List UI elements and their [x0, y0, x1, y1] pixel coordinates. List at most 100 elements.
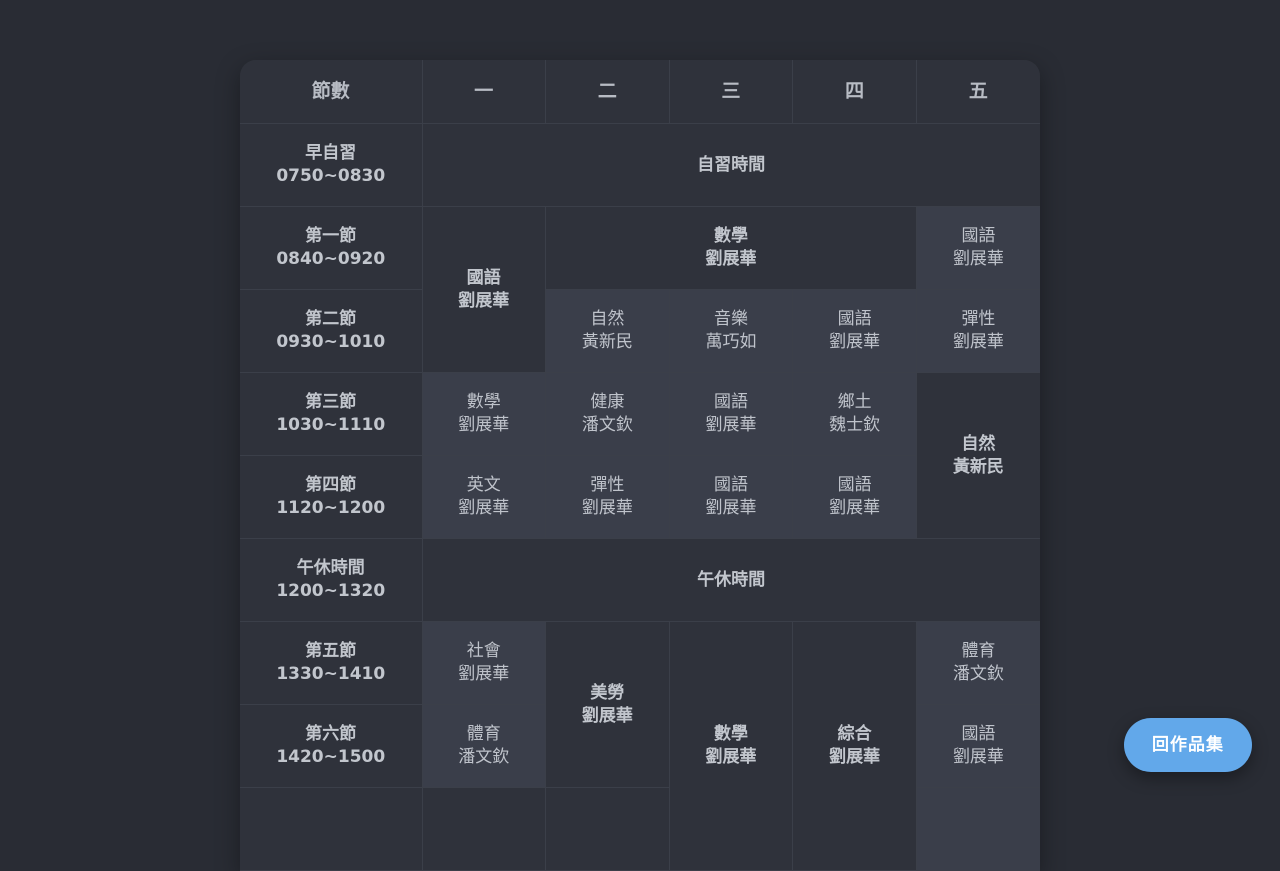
teacher: 劉展華	[705, 498, 757, 518]
period-1: 第一節 0840~0920	[240, 206, 423, 290]
period-lunch: 午休時間 1200~1320	[240, 538, 423, 622]
period-3: 第三節 1030~1110	[240, 372, 423, 456]
period-time: 1200~1320	[276, 581, 386, 601]
period-name: 午休時間	[296, 558, 365, 578]
subject: 鄉土	[837, 392, 872, 412]
teacher: 劉展華	[458, 290, 510, 311]
table-row: 第一節 0840~0920 國語 劉展華 數學 劉展華 國語 劉展華	[240, 206, 1040, 373]
teacher: 劉展華	[705, 249, 757, 269]
period-morning: 早自習 0750~0830	[240, 123, 423, 207]
header-tue: 二	[545, 60, 670, 124]
subject: 國語	[837, 475, 872, 495]
subject: 社會	[466, 641, 501, 661]
cell-tue-thu-p1: 數學 劉展華	[545, 206, 917, 290]
cell-fri-p2: 彈性 劉展華	[915, 289, 1040, 373]
teacher: 劉展華	[458, 498, 510, 518]
subject: 彈性	[590, 475, 625, 495]
timetable: 節數 一 二 三 四 五 早自習 0750~0830 自習時間 第一節 0840…	[240, 60, 1040, 871]
header-period: 節數	[240, 60, 423, 124]
period-time: 1120~1200	[276, 498, 386, 518]
cell-wed-p4: 國語 劉展華	[668, 455, 794, 539]
teacher: 劉展華	[581, 705, 633, 726]
header-row: 節數 一 二 三 四 五	[240, 60, 1040, 124]
subject: 自然	[590, 309, 625, 329]
subject: 數學	[466, 392, 501, 412]
cell-thu-p3: 鄉土 魏士欽	[792, 372, 917, 456]
subject: 健康	[590, 392, 625, 412]
cell-wed-p2: 音樂 萬巧如	[668, 289, 794, 373]
cell-mon-p3: 數學 劉展華	[421, 372, 547, 456]
teacher: 潘文欽	[458, 747, 510, 767]
teacher: 劉展華	[952, 332, 1004, 352]
period-name: 第二節	[305, 309, 357, 329]
teacher: 潘文欽	[581, 415, 633, 435]
cell-tue-p4: 彈性 劉展華	[545, 455, 670, 539]
subject: 英文	[466, 475, 501, 495]
subject: 國語	[466, 267, 501, 288]
period-time: 1030~1110	[276, 415, 386, 435]
teacher: 劉展華	[458, 415, 510, 435]
cell-thu-p4: 國語 劉展華	[792, 455, 917, 539]
subject: 體育	[961, 641, 996, 661]
cell-mon-p1-p2: 國語 劉展華	[421, 206, 547, 373]
subject: 國語	[713, 475, 748, 495]
table-row: 午休時間 1200~1320 午休時間	[240, 538, 1040, 622]
header-thu: 四	[792, 60, 917, 124]
teacher: 劉展華	[705, 415, 757, 435]
period-5: 第五節 1330~1410	[240, 621, 423, 705]
table-row: 早自習 0750~0830 自習時間	[240, 123, 1040, 207]
teacher: 潘文欽	[952, 664, 1004, 684]
table-row: 第五節 1330~1410 社會 劉展華 美勞 劉展華 數學 劉展華 綜合 劉展…	[240, 621, 1040, 871]
period-4: 第四節 1120~1200	[240, 455, 423, 539]
cell-wed-p5-p7: 數學 劉展華	[668, 621, 794, 871]
teacher: 劉展華	[705, 747, 757, 767]
header-wed: 三	[668, 60, 794, 124]
cell-thu-p2: 國語 劉展華	[792, 289, 917, 373]
period-6: 第六節 1420~1500	[240, 704, 423, 788]
subject: 國語	[961, 226, 996, 246]
subject: 國語	[837, 309, 872, 329]
subject: 數學	[713, 724, 748, 744]
teacher: 劉展華	[829, 747, 881, 767]
teacher: 劉展華	[581, 498, 633, 518]
cell-fri-p6: 國語 劉展華	[915, 704, 1040, 788]
header-fri: 五	[915, 60, 1040, 124]
teacher: 劉展華	[829, 332, 881, 352]
teacher: 劉展華	[829, 498, 881, 518]
subject: 音樂	[713, 309, 748, 329]
cell-thu-p5-p7: 綜合 劉展華	[792, 621, 917, 871]
subject: 數學	[713, 226, 748, 246]
header-mon: 一	[421, 60, 547, 124]
teacher: 劉展華	[952, 249, 1004, 269]
back-to-portfolio-button[interactable]: 回作品集	[1124, 718, 1252, 772]
teacher: 劉展華	[952, 747, 1004, 767]
period-time: 0930~1010	[276, 332, 386, 352]
period-time: 1420~1500	[276, 747, 386, 767]
period-time: 0840~0920	[276, 249, 386, 269]
period-time: 0750~0830	[276, 166, 386, 186]
table-row: 第三節 1030~1110 數學 劉展華 健康 潘文欽 國語 劉展華 鄉土 魏士…	[240, 372, 1040, 539]
cell-lunch: 午休時間	[421, 538, 1040, 622]
cell-wed-p3: 國語 劉展華	[668, 372, 794, 456]
period-name: 第五節	[305, 641, 357, 661]
subject: 彈性	[961, 309, 996, 329]
cell-mon-p6: 體育 潘文欽	[421, 704, 547, 788]
period-name: 第三節	[305, 392, 357, 412]
subject: 綜合	[837, 724, 872, 744]
period-name: 第六節	[305, 724, 357, 744]
period-name: 第一節	[305, 226, 357, 246]
cell-morning-study: 自習時間	[421, 123, 1040, 207]
timetable-container: 節數 一 二 三 四 五 早自習 0750~0830 自習時間 第一節 0840…	[240, 60, 1040, 871]
subject: 自然	[961, 433, 996, 454]
period-name: 早自習	[305, 143, 357, 163]
subject: 國語	[961, 724, 996, 744]
cell-fri-p1: 國語 劉展華	[915, 206, 1040, 290]
cell-fri-p5: 體育 潘文欽	[915, 621, 1040, 705]
teacher: 劉展華	[458, 664, 510, 684]
period-name: 第四節	[305, 475, 357, 495]
period-2: 第二節 0930~1010	[240, 289, 423, 373]
teacher: 黃新民	[581, 332, 633, 352]
teacher: 魏士欽	[829, 415, 881, 435]
teacher: 萬巧如	[705, 332, 757, 352]
cell-mon-p4: 英文 劉展華	[421, 455, 547, 539]
